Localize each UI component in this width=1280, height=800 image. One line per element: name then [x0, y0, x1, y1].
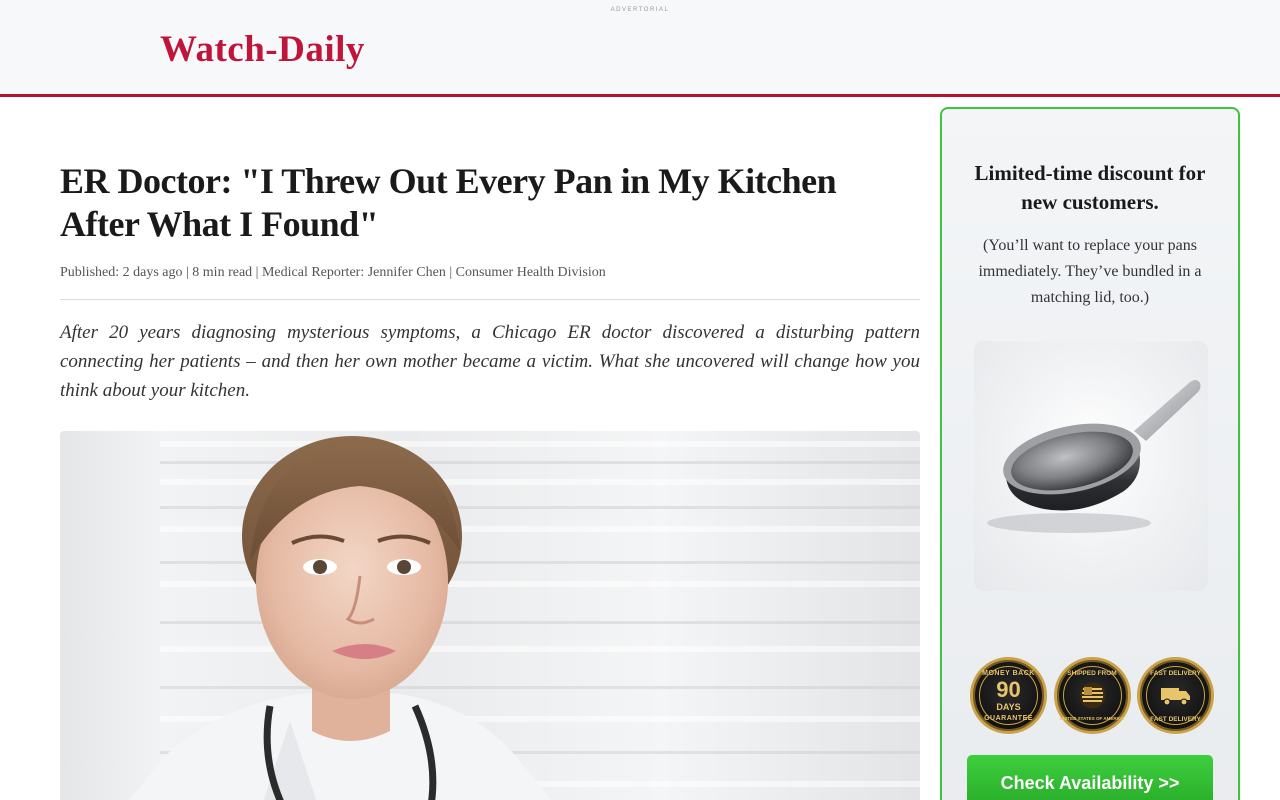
article-meta: Published: 2 days ago | 8 min read | Med… [60, 265, 606, 280]
product-image [974, 341, 1208, 591]
check-availability-button[interactable]: Check Availability >> [967, 755, 1213, 800]
article: ER Doctor: "I Threw Out Every Pan in My … [60, 160, 920, 405]
site-header: ADVERTORIAL Watch-Daily [0, 0, 1280, 97]
advertorial-label: ADVERTORIAL [610, 7, 670, 13]
cta-label: Check Availability >> [1000, 773, 1180, 793]
fast-delivery-badge-icon: FAST DELIVERY FAST DELIVERY [1137, 657, 1214, 734]
money-back-badge-icon: MONEY BACK 90 DAYS GUARANTEE [970, 657, 1047, 734]
offer-title: Limited-time discount for new customers. [974, 161, 1206, 214]
trust-badges: MONEY BACK 90 DAYS GUARANTEE SHIPPED FRO… [970, 657, 1214, 735]
divider [60, 299, 920, 300]
article-headline: ER Doctor: "I Threw Out Every Pan in My … [60, 161, 837, 244]
hero-image [60, 431, 920, 800]
offer-sidebar: Limited-time discount for new customers.… [940, 107, 1240, 800]
offer-subtitle: (You’ll want to replace your pans immedi… [978, 237, 1202, 306]
brand-logo[interactable]: Watch-Daily [160, 28, 365, 71]
shipped-from-usa-badge-icon: SHIPPED FROM UNITED STATES OF AMERICA [1053, 657, 1131, 734]
doctor-portrait-icon [129, 436, 552, 800]
article-lede: After 20 years diagnosing mysterious sym… [60, 322, 920, 401]
frying-pan-icon [987, 380, 1201, 533]
